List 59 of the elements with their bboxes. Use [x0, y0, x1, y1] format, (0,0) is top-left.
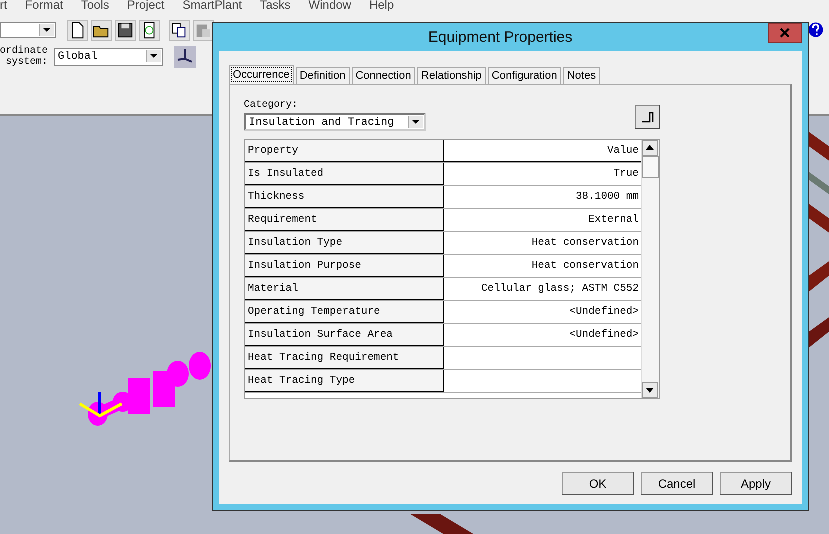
dialog-button[interactable]: Cancel	[641, 472, 713, 495]
tab[interactable]: Notes	[563, 67, 600, 84]
toolbar-combo[interactable]	[0, 22, 56, 38]
property-name-cell: Heat Tracing Requirement	[245, 347, 444, 369]
tab[interactable]: Relationship	[417, 67, 486, 84]
menu-item[interactable]: rt	[0, 0, 16, 11]
scrollbar[interactable]	[641, 140, 659, 398]
category-dropdown[interactable]: Insulation and Tracing	[244, 113, 426, 131]
dialog-button[interactable]: Apply	[720, 472, 792, 495]
scroll-up-icon[interactable]	[642, 140, 658, 156]
tab[interactable]: Configuration	[488, 67, 562, 84]
property-name-cell: Insulation Purpose	[245, 255, 444, 277]
property-name-cell: Thickness	[245, 186, 444, 208]
property-tool-icon	[640, 110, 654, 124]
property-name-cell: Insulation Type	[245, 232, 444, 254]
property-name-cell: Heat Tracing Type	[245, 370, 444, 392]
menu-item[interactable]: Help	[360, 0, 404, 11]
compass-icon[interactable]	[174, 46, 196, 68]
tab[interactable]: Definition	[296, 67, 350, 84]
save-icon[interactable]	[115, 20, 136, 40]
menu-item[interactable]: Format	[16, 0, 72, 11]
scroll-thumb[interactable]	[642, 156, 659, 178]
close-button[interactable]	[768, 23, 802, 43]
property-value-cell[interactable]: <Undefined>	[444, 324, 641, 346]
close-icon	[780, 28, 790, 38]
dialog-button[interactable]: OK	[562, 472, 634, 495]
tab[interactable]: Occurrence	[229, 65, 294, 84]
menu-item[interactable]: SmartPlant	[174, 0, 252, 11]
menu-item[interactable]: Window	[300, 0, 360, 11]
property-name-cell: Operating Temperature	[245, 301, 444, 323]
property-name-cell: Insulation Surface Area	[245, 324, 444, 346]
paste-icon[interactable]	[193, 20, 214, 40]
new-file-icon[interactable]	[67, 20, 88, 40]
coordinate-system-dropdown[interactable]: Global	[54, 48, 163, 66]
column-header[interactable]: Value	[444, 140, 641, 162]
column-header[interactable]: Property	[245, 140, 444, 162]
coordinate-system-label: ordinate system:	[0, 46, 48, 68]
property-value-cell[interactable]: 38.1000 mm	[444, 186, 641, 208]
tab[interactable]: Connection	[352, 67, 416, 84]
configure-button[interactable]	[635, 105, 660, 129]
property-value-cell[interactable]: Heat conservation	[444, 232, 641, 254]
property-name-cell: Is Insulated	[245, 163, 444, 185]
property-name-cell: Requirement	[245, 209, 444, 231]
menu-item[interactable]: Tools	[72, 0, 118, 11]
scroll-down-icon[interactable]	[642, 382, 658, 398]
refresh-icon[interactable]	[139, 20, 160, 40]
menu-item[interactable]: Tasks	[251, 0, 300, 11]
copy-icon[interactable]	[169, 20, 190, 40]
open-folder-icon[interactable]	[91, 20, 112, 40]
category-label: Category:	[244, 100, 298, 111]
property-value-cell[interactable]: Heat conservation	[444, 255, 641, 277]
property-value-cell[interactable]: True	[444, 163, 641, 185]
help-icon[interactable]	[807, 21, 825, 39]
property-value-cell[interactable]: <Undefined>	[444, 301, 641, 323]
menu-item[interactable]: Project	[118, 0, 174, 11]
property-value-cell[interactable]: External	[444, 209, 641, 231]
property-name-cell: Material	[245, 278, 444, 300]
property-value-cell[interactable]: Cellular glass; ASTM C552	[444, 278, 641, 300]
window-title: Equipment Properties	[428, 28, 573, 46]
